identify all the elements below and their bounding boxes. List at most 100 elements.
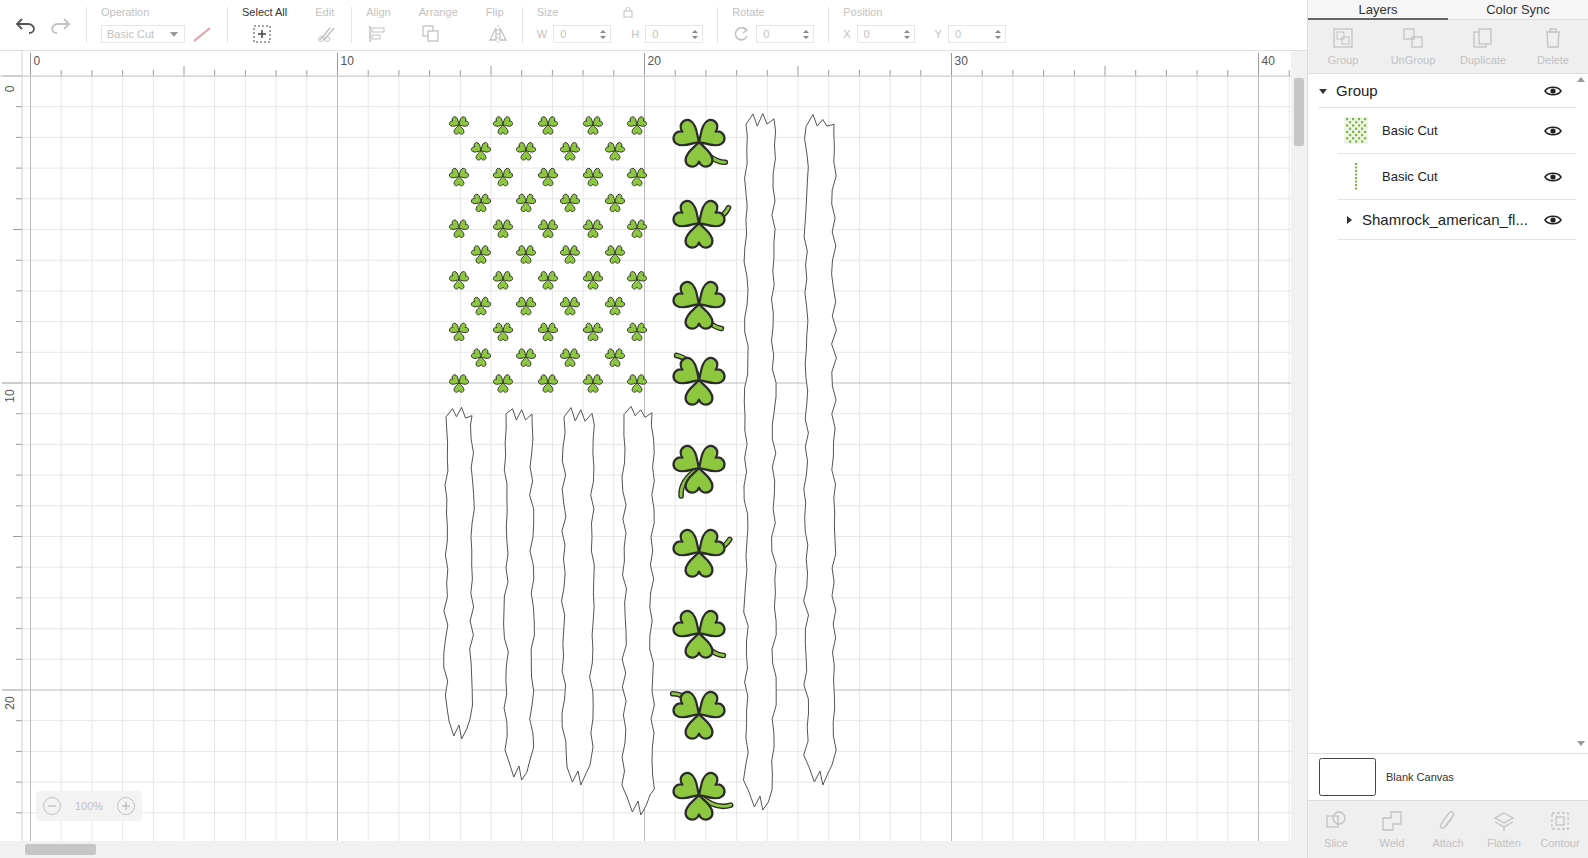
panel-tab[interactable]: Layers bbox=[1308, 0, 1448, 20]
layer-group-row[interactable]: Group bbox=[1318, 74, 1576, 108]
group-icon[interactable] bbox=[1332, 27, 1354, 49]
caret-down-icon[interactable] bbox=[1318, 86, 1328, 96]
toolbar-tool[interactable]: Align bbox=[352, 0, 404, 50]
shamrock-flag-design[interactable] bbox=[444, 114, 837, 820]
eye-icon[interactable] bbox=[1544, 214, 1562, 226]
scroll-up-icon[interactable] bbox=[1577, 76, 1585, 82]
action-button[interactable]: Flatten bbox=[1476, 801, 1532, 858]
panel-tab[interactable]: Color Sync bbox=[1448, 0, 1588, 20]
horizontal-scrollbar[interactable] bbox=[0, 841, 1307, 858]
select-all-icon[interactable] bbox=[252, 24, 272, 44]
layer-row[interactable]: Basic Cut bbox=[1338, 154, 1576, 200]
field-label: H bbox=[631, 28, 639, 40]
slice-icon[interactable] bbox=[1325, 810, 1347, 832]
eye-icon[interactable] bbox=[1544, 171, 1562, 183]
zoom-in-icon[interactable] bbox=[116, 796, 136, 816]
pattern-thumbnail-icon bbox=[1344, 117, 1368, 144]
history-controls bbox=[0, 0, 86, 50]
flatten-icon[interactable] bbox=[1493, 810, 1515, 832]
action-label: Duplicate bbox=[1460, 54, 1506, 66]
number-field[interactable]: 0 bbox=[756, 25, 814, 43]
attach-icon[interactable] bbox=[1437, 810, 1459, 832]
caret-down-icon bbox=[169, 30, 179, 39]
field-value: 0 bbox=[763, 28, 769, 40]
lock-icon[interactable] bbox=[622, 6, 634, 18]
zoom-out-icon[interactable] bbox=[42, 796, 62, 816]
field-label: Y bbox=[935, 28, 942, 40]
caret-right-icon[interactable] bbox=[1344, 215, 1354, 225]
ungroup-icon[interactable] bbox=[1402, 27, 1424, 49]
toolbar-tool[interactable]: Edit bbox=[301, 0, 351, 50]
action-button[interactable]: Delete bbox=[1518, 20, 1588, 73]
eye-icon[interactable] bbox=[1544, 125, 1562, 137]
spinner-icon[interactable] bbox=[994, 29, 1002, 40]
ruler-label: 20 bbox=[3, 694, 17, 712]
tool-label: Size bbox=[537, 5, 558, 19]
layer-group-row[interactable]: Shamrock_american_fl... bbox=[1338, 200, 1576, 240]
ruler-label: 30 bbox=[955, 54, 968, 68]
toolbar-tool[interactable]: Select All bbox=[228, 0, 301, 50]
toolbar-tool[interactable]: Arrange bbox=[405, 0, 472, 50]
action-button[interactable]: Contour bbox=[1532, 801, 1588, 858]
canvas-swatch-icon[interactable] bbox=[1319, 758, 1376, 796]
tab-label: Layers bbox=[1358, 2, 1397, 17]
field-value: 0 bbox=[864, 28, 870, 40]
toolbar-separator bbox=[717, 7, 718, 43]
transform-group[interactable]: PositionX0Y0 bbox=[829, 0, 1020, 50]
number-field[interactable]: 0 bbox=[553, 25, 611, 43]
delete-icon[interactable] bbox=[1542, 27, 1564, 49]
layers-panel: LayersColor SyncGroupUnGroupDuplicateDel… bbox=[1307, 0, 1588, 858]
layer-name: Basic Cut bbox=[1382, 123, 1530, 138]
align-icon[interactable] bbox=[368, 24, 388, 44]
operation-dropdown[interactable]: Basic Cut bbox=[101, 25, 185, 43]
layer-row[interactable]: Basic Cut bbox=[1338, 108, 1576, 154]
field-value: 0 bbox=[955, 28, 961, 40]
duplicate-icon[interactable] bbox=[1472, 27, 1494, 49]
action-label: Group bbox=[1328, 54, 1359, 66]
action-button[interactable]: Weld bbox=[1364, 801, 1420, 858]
tool-label: Align bbox=[366, 5, 390, 19]
action-button[interactable]: Duplicate bbox=[1448, 20, 1518, 73]
action-button[interactable]: Group bbox=[1308, 20, 1378, 73]
flip-icon[interactable] bbox=[488, 24, 508, 44]
weld-icon[interactable] bbox=[1381, 810, 1403, 832]
number-field[interactable]: 0 bbox=[645, 25, 703, 43]
ruler-label: 40 bbox=[1262, 54, 1275, 68]
toolbar-tool[interactable]: Flip bbox=[472, 0, 522, 50]
line-thumbnail-icon bbox=[1344, 163, 1368, 190]
spinner-icon[interactable] bbox=[903, 29, 911, 40]
scroll-down-icon[interactable] bbox=[1577, 741, 1585, 747]
pen-icon[interactable] bbox=[191, 25, 213, 43]
action-button[interactable]: UnGroup bbox=[1378, 20, 1448, 73]
action-button[interactable]: Slice bbox=[1308, 801, 1364, 858]
toolbar-separator bbox=[828, 7, 829, 43]
spinner-icon[interactable] bbox=[691, 29, 699, 40]
canvas-grid[interactable] bbox=[0, 51, 1307, 858]
vertical-scrollbar[interactable] bbox=[1291, 51, 1307, 841]
action-bar: Group UnGroup Duplicate Delete bbox=[1308, 20, 1588, 74]
contour-icon[interactable] bbox=[1549, 810, 1571, 832]
redo-icon[interactable] bbox=[50, 16, 72, 34]
spinner-icon[interactable] bbox=[802, 29, 810, 40]
tool-label: Edit bbox=[315, 5, 334, 19]
field-value: 0 bbox=[652, 28, 658, 40]
spinner-icon[interactable] bbox=[599, 29, 607, 40]
eye-icon[interactable] bbox=[1544, 85, 1562, 97]
canvas-setting[interactable]: Blank Canvas bbox=[1308, 753, 1588, 800]
tool-label: Position bbox=[843, 5, 882, 19]
arrange-icon[interactable] bbox=[421, 24, 441, 44]
zoom-control[interactable]: 100% bbox=[36, 791, 142, 821]
transform-group[interactable]: SizeW0H0 bbox=[523, 0, 717, 50]
transform-group[interactable]: Rotate0 bbox=[718, 0, 828, 50]
toolbar: OperationBasic CutSelect All Edit Align Arr… bbox=[0, 0, 1307, 51]
edit-icon[interactable] bbox=[317, 24, 337, 44]
action-button[interactable]: Attach bbox=[1420, 801, 1476, 858]
rotate-icon[interactable] bbox=[732, 25, 750, 43]
number-field[interactable]: 0 bbox=[857, 25, 915, 43]
tool-label: Flip bbox=[486, 5, 504, 19]
undo-icon[interactable] bbox=[14, 16, 36, 34]
operation-value: Basic Cut bbox=[107, 28, 154, 40]
toolbar-tool[interactable]: OperationBasic Cut bbox=[87, 0, 227, 50]
number-field[interactable]: 0 bbox=[948, 25, 1006, 43]
design-canvas[interactable]: 01020304001020100% bbox=[0, 51, 1307, 858]
